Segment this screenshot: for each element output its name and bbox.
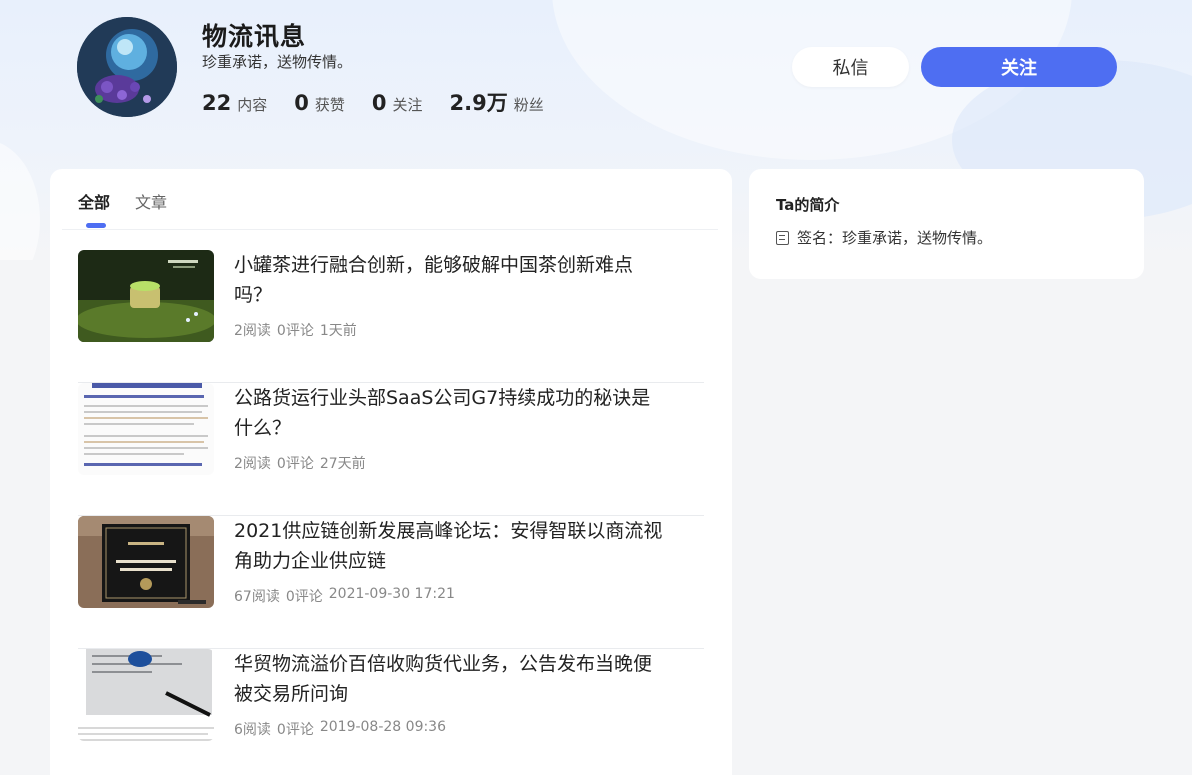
intro-card: Ta的简介 签名：珍重承诺，送物传情。: [749, 169, 1144, 279]
publish-time: 2021-09-30 17:21: [328, 586, 455, 602]
stat-number: 0: [294, 91, 309, 115]
publish-time: 2019-08-28 09:36: [319, 719, 447, 735]
stat-likes: 0 获赞: [294, 91, 345, 115]
follow-button[interactable]: 关注: [921, 47, 1117, 87]
stat-fans[interactable]: 2.9万 粉丝: [450, 87, 544, 117]
stat-following[interactable]: 0 关注: [372, 91, 423, 115]
article-thumbnail[interactable]: [78, 516, 214, 608]
stat-number: 2.9万: [449, 91, 508, 115]
publish-time: 27天前: [319, 456, 366, 472]
comment-count: 0评论: [276, 722, 314, 738]
read-count: 67阅读: [234, 589, 280, 605]
article-thumbnail[interactable]: [78, 649, 214, 741]
publish-time: 1天前: [319, 323, 357, 339]
stat-label: 粉丝: [513, 96, 544, 114]
stat-label: 关注: [392, 96, 423, 114]
profile-name: 物流讯息: [202, 22, 307, 51]
article-thumbnail[interactable]: [78, 250, 214, 342]
article-list: 小罐茶进行融合创新，能够破解中国茶创新难点吗？ 2阅读 0评论 1天前 公路货运…: [78, 250, 704, 775]
content-tabs: 全部 文章: [78, 189, 192, 229]
list-item[interactable]: 华贸物流溢价百倍收购货代业务，公告发布当晚便被交易所问询 6阅读 0评论 201…: [78, 649, 704, 775]
article-meta: 6阅读 0评论 2019-08-28 09:36: [234, 719, 452, 739]
article-meta: 2阅读 0评论 1天前: [234, 320, 363, 340]
profile-motto: 珍重承诺，送物传情。: [202, 53, 353, 71]
article-title[interactable]: 华贸物流溢价百倍收购货代业务，公告发布当晚便被交易所问询: [234, 649, 664, 709]
intro-signature-row: 签名：珍重承诺，送物传情。: [776, 227, 992, 248]
article-title[interactable]: 公路货运行业头部SaaS公司G7持续成功的秘诀是什么？: [234, 383, 664, 443]
intro-title: Ta的简介: [776, 196, 840, 214]
read-count: 2阅读: [234, 323, 271, 339]
article-meta: 67阅读 0评论 2021-09-30 17:21: [234, 586, 461, 606]
read-count: 2阅读: [234, 456, 271, 472]
comment-count: 0评论: [276, 456, 314, 472]
read-count: 6阅读: [234, 722, 271, 738]
article-thumbnail[interactable]: [78, 383, 214, 475]
article-meta: 2阅读 0评论 27天前: [234, 453, 372, 473]
document-icon: [776, 230, 789, 245]
profile-header: 物流讯息 珍重承诺，送物传情。 22 内容 0 获赞 0 关注 2.9万 粉丝 …: [0, 0, 1192, 160]
comment-count: 0评论: [276, 323, 314, 339]
tab-all[interactable]: 全部: [78, 189, 110, 229]
article-title[interactable]: 小罐茶进行融合创新，能够破解中国茶创新难点吗？: [234, 250, 664, 310]
avatar[interactable]: [77, 17, 177, 117]
stat-content[interactable]: 22 内容: [202, 91, 267, 115]
profile-stats: 22 内容 0 获赞 0 关注 2.9万 粉丝: [202, 87, 571, 117]
message-button[interactable]: 私信: [792, 47, 909, 87]
comment-count: 0评论: [285, 589, 323, 605]
content-panel: 全部 文章 小罐茶进行融合创新，能够破解中国茶创新难点吗？ 2阅读 0评论 1天…: [50, 169, 732, 775]
stat-label: 获赞: [314, 96, 345, 114]
article-title[interactable]: 2021供应链创新发展高峰论坛：安得智联以商流视角助力企业供应链: [234, 516, 664, 576]
stat-number: 22: [202, 91, 232, 115]
tabs-divider: [62, 229, 718, 230]
list-item[interactable]: 2021供应链创新发展高峰论坛：安得智联以商流视角助力企业供应链 67阅读 0评…: [78, 516, 704, 649]
intro-signature: 签名：珍重承诺，送物传情。: [797, 229, 993, 247]
stat-label: 内容: [237, 96, 268, 114]
tab-articles[interactable]: 文章: [135, 189, 167, 229]
list-item[interactable]: 小罐茶进行融合创新，能够破解中国茶创新难点吗？ 2阅读 0评论 1天前: [78, 250, 704, 383]
list-item[interactable]: 公路货运行业头部SaaS公司G7持续成功的秘诀是什么？ 2阅读 0评论 27天前: [78, 383, 704, 516]
stat-number: 0: [371, 91, 387, 115]
